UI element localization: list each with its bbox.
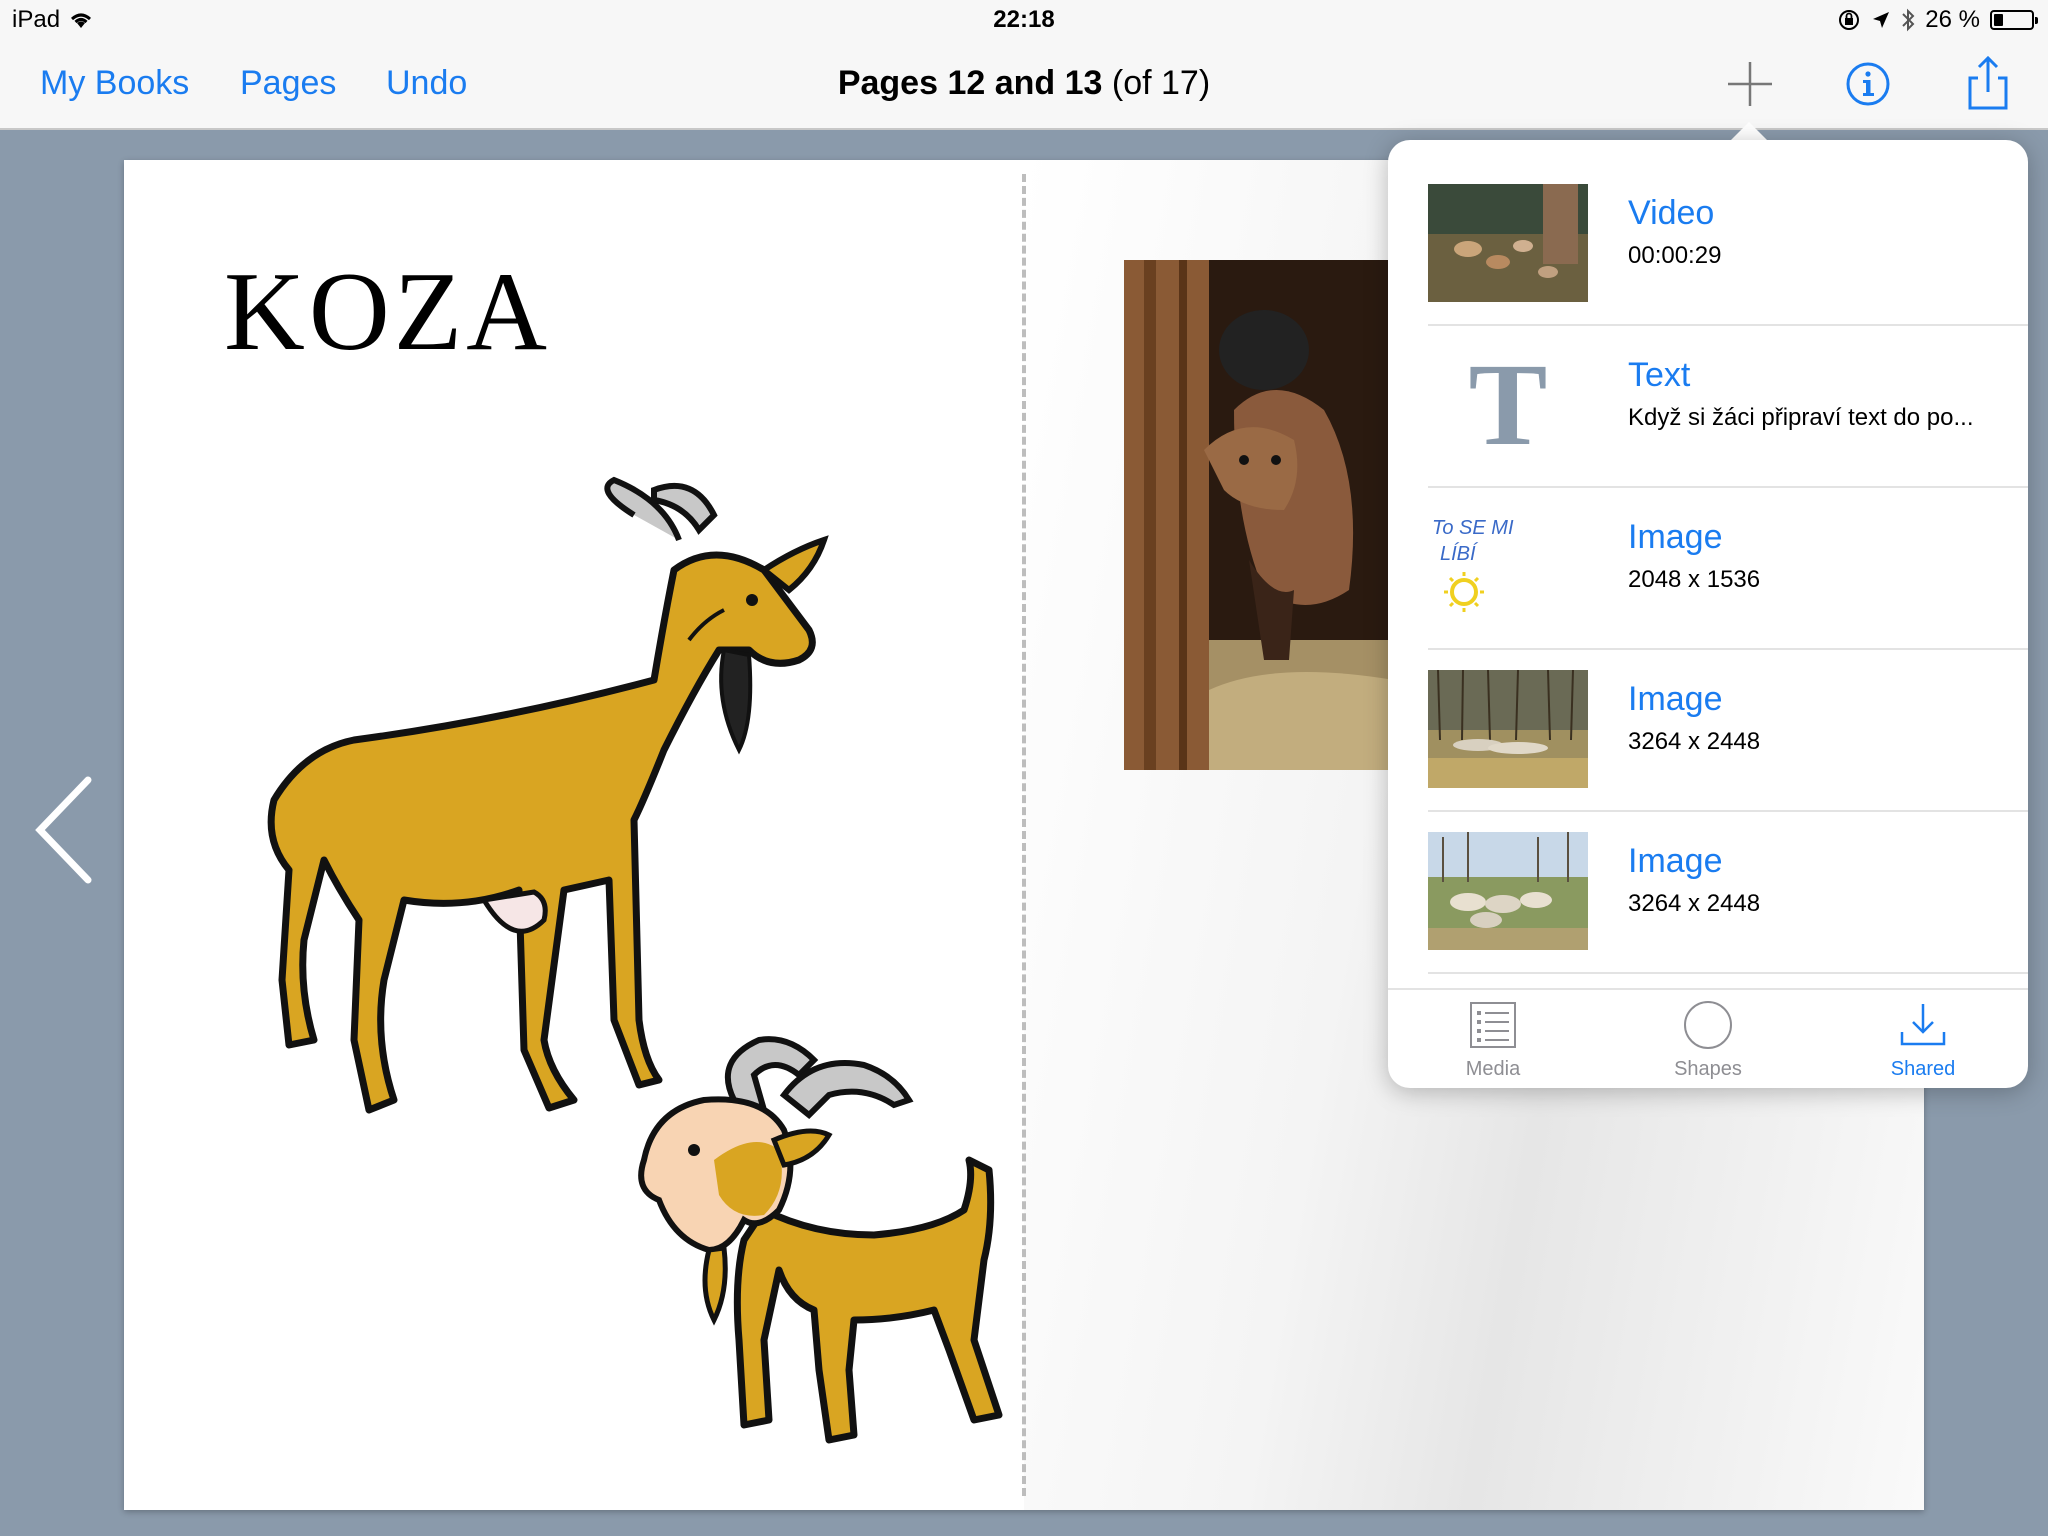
popover-tab-bar: Media Shapes Shared — [1388, 988, 2028, 1090]
previous-page-arrow-icon[interactable] — [28, 770, 98, 890]
list-item-video[interactable]: Video 00:00:29 — [1428, 162, 2028, 326]
goat-small-illustration[interactable] — [614, 1020, 1074, 1480]
item-title: Video — [1628, 194, 1715, 232]
circle-icon — [1684, 1001, 1732, 1049]
list-item-image-sheep-1[interactable]: Image 3264 x 2448 — [1428, 648, 2028, 812]
battery-fill — [1994, 14, 2004, 26]
sheep-photo-thumbnail — [1428, 670, 1588, 788]
svg-text:T: T — [1469, 346, 1548, 464]
item-subtitle: 00:00:29 — [1628, 242, 1722, 269]
tab-label: Media — [1465, 1058, 1521, 1080]
tab-shared[interactable]: Shared — [1843, 990, 2003, 1090]
battery-percent: 26 % — [1925, 6, 1980, 33]
tab-label: Shapes — [1674, 1058, 1742, 1080]
download-icon — [1900, 1004, 1946, 1046]
page-heading[interactable]: KOZA — [224, 248, 551, 377]
sheep-photo-thumbnail — [1428, 832, 1588, 950]
battery-icon — [1990, 10, 2038, 30]
location-icon — [1873, 12, 1890, 28]
tab-label: Shared — [1890, 1058, 1956, 1080]
list-item-image-drawing[interactable]: To SE MI LÍBÍ Image 2048 x 1536 — [1428, 486, 2028, 650]
page-title-count: (of 17) — [1102, 64, 1211, 102]
item-subtitle: 3264 x 2448 — [1628, 890, 1761, 917]
text-thumbnail: T — [1428, 346, 1588, 464]
item-subtitle: 2048 x 1536 — [1628, 566, 1761, 593]
rotation-lock-icon — [1839, 10, 1860, 30]
list-icon — [1470, 1002, 1516, 1048]
nav-bar: My Books Pages Undo Pages 12 and 13 (of … — [0, 40, 2048, 130]
page-title-main: Pages 12 and 13 — [837, 64, 1103, 102]
item-title: Image — [1628, 518, 1723, 556]
list-item-image-sheep-2[interactable]: Image 3264 x 2448 — [1428, 810, 2028, 974]
share-icon[interactable] — [1958, 54, 2018, 114]
drawing-text-line-2: LÍBÍ — [1440, 542, 1479, 565]
info-icon[interactable] — [1838, 54, 1898, 114]
drawing-text-line-1: To SE MI — [1432, 517, 1514, 539]
item-title: Image — [1628, 680, 1723, 718]
video-thumbnail — [1428, 184, 1588, 302]
drawing-thumbnail: To SE MI LÍBÍ — [1428, 508, 1588, 626]
tab-media[interactable]: Media — [1413, 990, 1573, 1090]
bluetooth-icon — [1902, 8, 1915, 32]
goat-photo[interactable] — [1124, 260, 1394, 770]
status-time: 22:18 — [993, 6, 1055, 33]
item-title: Image — [1628, 842, 1723, 880]
item-title: Text — [1628, 356, 1691, 394]
plus-icon[interactable] — [1720, 54, 1780, 114]
status-right: 26 % — [1837, 6, 2038, 34]
list-item-text[interactable]: T Text Když si žáci připraví text do po.… — [1428, 324, 2028, 488]
tab-shapes[interactable]: Shapes — [1628, 990, 1788, 1090]
item-subtitle: 3264 x 2448 — [1628, 728, 1761, 755]
status-bar: iPad 22:18 26 % — [0, 0, 2048, 40]
add-content-popover: Video 00:00:29 T Text Když si žáci připr… — [1388, 140, 2028, 1088]
item-subtitle: Když si žáci připraví text do po... — [1628, 404, 1974, 431]
